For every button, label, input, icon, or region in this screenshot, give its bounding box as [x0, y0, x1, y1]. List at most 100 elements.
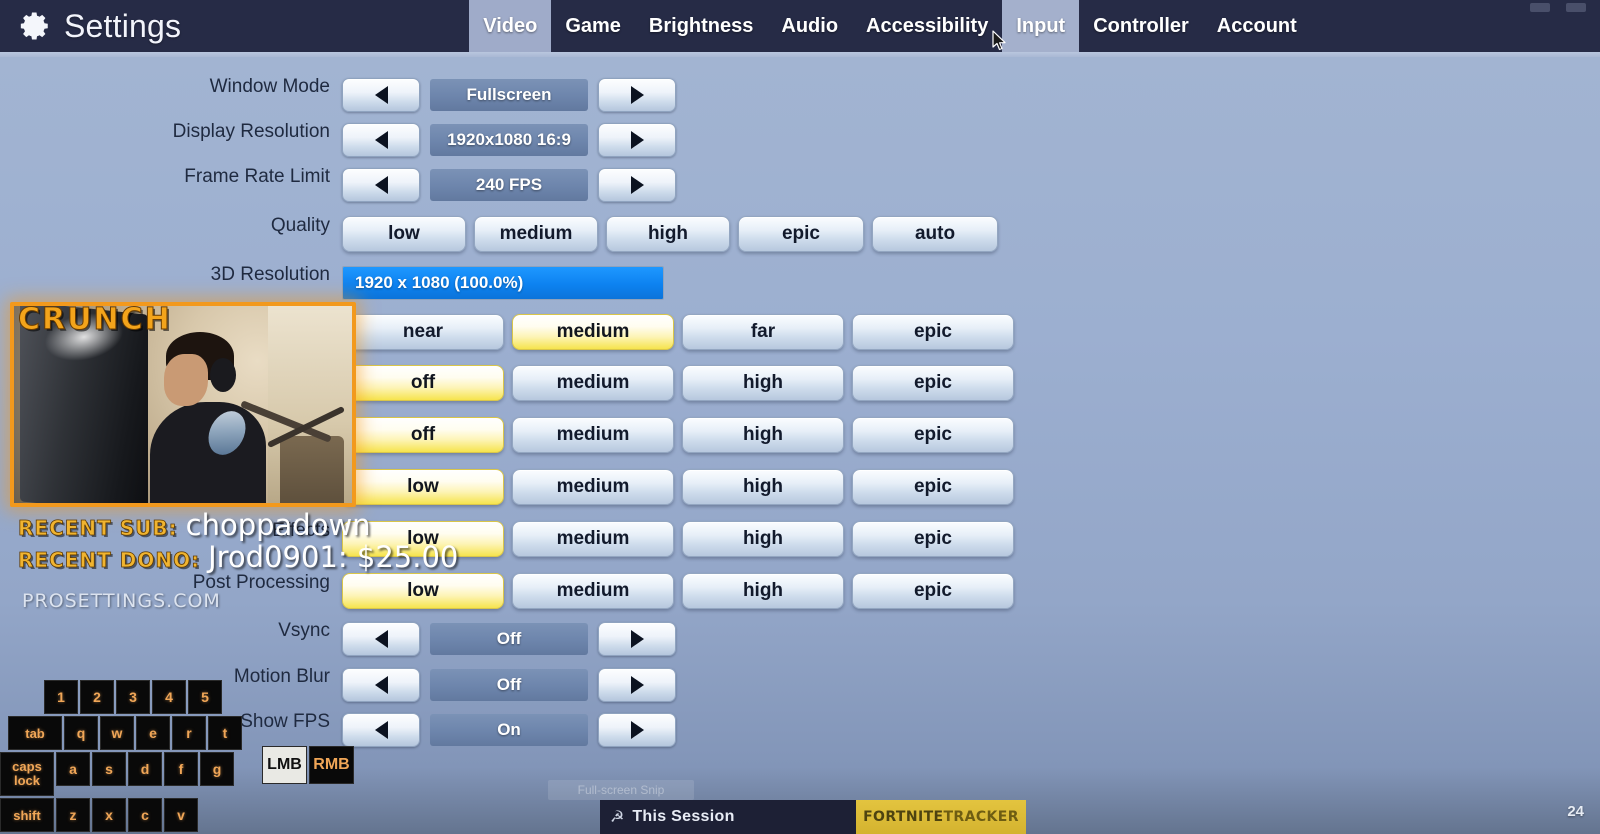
tab-controller[interactable]: Controller [1079, 0, 1203, 52]
shadows-options: off medium high epic [342, 365, 1014, 401]
arrow-right-icon [630, 176, 644, 194]
anti-aliasing-option-off[interactable]: off [342, 417, 504, 453]
frame-rate-limit-prev-button[interactable] [342, 168, 420, 202]
keyboard-row-asdfg: caps lock a s d f g [0, 752, 242, 796]
effects-option-high[interactable]: high [682, 521, 844, 557]
display-resolution-next-button[interactable] [598, 123, 676, 157]
recent-dono-label: RECENT DONO: [18, 548, 201, 573]
key-4: 4 [152, 680, 186, 714]
textures-option-epic[interactable]: epic [852, 469, 1014, 505]
label-3d-resolution: 3D Resolution [210, 264, 330, 285]
window-controls [1530, 0, 1586, 14]
key-5: 5 [188, 680, 222, 714]
key-1: 1 [44, 680, 78, 714]
gear-icon [18, 9, 52, 43]
label-vsync: Vsync [278, 620, 330, 641]
window-mode-prev-button[interactable] [342, 78, 420, 112]
vsync-prev-button[interactable] [342, 622, 420, 656]
recent-dono-value: Jrod0901: $25.00 [208, 540, 459, 574]
minimize-button[interactable] [1530, 2, 1550, 12]
tab-input[interactable]: Input [1002, 0, 1080, 52]
arrow-right-icon [630, 676, 644, 694]
display-resolution-value[interactable]: 1920x1080 16:9 [430, 124, 588, 156]
shadows-option-epic[interactable]: epic [852, 365, 1014, 401]
settings-screen: Settings Video Game Brightness Audio Acc… [0, 0, 1600, 834]
key-shift: shift [0, 798, 54, 832]
tab-video[interactable]: Video [469, 0, 552, 52]
view-distance-options: near medium far epic [342, 314, 1014, 350]
quality-option-low[interactable]: low [342, 216, 466, 252]
arrow-left-icon [374, 131, 388, 149]
key-caps-lock: caps lock [0, 752, 54, 796]
quality-option-epic[interactable]: epic [738, 216, 864, 252]
trophy-icon: ☭ [610, 809, 625, 826]
view-distance-option-medium[interactable]: medium [512, 314, 674, 350]
show-fps-value[interactable]: On [430, 714, 588, 746]
shadows-option-medium[interactable]: medium [512, 365, 674, 401]
motion-blur-value[interactable]: Off [430, 669, 588, 701]
post-processing-option-low[interactable]: low [342, 573, 504, 609]
show-fps-prev-button[interactable] [342, 713, 420, 747]
watermark: PROSETTINGS.COM [22, 590, 221, 612]
view-distance-option-far[interactable]: far [682, 314, 844, 350]
recent-sub-value: choppadown [185, 508, 371, 542]
key-a: a [56, 752, 90, 786]
top-navigation-bar: Settings Video Game Brightness Audio Acc… [0, 0, 1600, 52]
key-caps-lock-line2: lock [13, 773, 40, 788]
quality-option-auto[interactable]: auto [872, 216, 998, 252]
anti-aliasing-option-high[interactable]: high [682, 417, 844, 453]
spinner-show-fps: On [342, 713, 676, 747]
3d-resolution-slider[interactable]: 1920 x 1080 (100.0%) [342, 266, 664, 300]
key-d: d [128, 752, 162, 786]
key-v: v [164, 798, 198, 832]
setting-row-vsync: Vsync Off [0, 620, 676, 658]
arrow-left-icon [374, 86, 388, 104]
show-fps-next-button[interactable] [598, 713, 676, 747]
view-distance-option-epic[interactable]: epic [852, 314, 1014, 350]
shadows-option-high[interactable]: high [682, 365, 844, 401]
window-mode-next-button[interactable] [598, 78, 676, 112]
motion-blur-prev-button[interactable] [342, 668, 420, 702]
streamer-name: CRUNCH [18, 302, 172, 338]
key-caps-lock-line1: caps [12, 759, 42, 775]
tab-brightness[interactable]: Brightness [635, 0, 767, 52]
quality-options: low medium high epic auto [342, 216, 998, 252]
vsync-next-button[interactable] [598, 622, 676, 656]
shadows-option-off[interactable]: off [342, 365, 504, 401]
effects-option-medium[interactable]: medium [512, 521, 674, 557]
fortnite-tracker-bar: ☭ This Session FORTNITETRACKER [600, 800, 1026, 834]
key-tab: tab [8, 716, 62, 750]
anti-aliasing-option-medium[interactable]: medium [512, 417, 674, 453]
nav-tabs: Video Game Brightness Audio Accessibilit… [469, 0, 1311, 52]
frame-rate-limit-next-button[interactable] [598, 168, 676, 202]
window-mode-value[interactable]: Fullscreen [430, 79, 588, 111]
textures-option-high[interactable]: high [682, 469, 844, 505]
tab-account[interactable]: Account [1203, 0, 1311, 52]
setting-row-window-mode: Window Mode Fullscreen [0, 76, 676, 114]
label-display-resolution: Display Resolution [172, 121, 330, 142]
vsync-value[interactable]: Off [430, 623, 588, 655]
arrow-left-icon [374, 176, 388, 194]
tracker-session: ☭ This Session [600, 800, 856, 834]
quality-option-high[interactable]: high [606, 216, 730, 252]
motion-blur-next-button[interactable] [598, 668, 676, 702]
quality-option-medium[interactable]: medium [474, 216, 598, 252]
setting-row-quality: Quality low medium high epic auto [0, 215, 998, 253]
post-processing-option-medium[interactable]: medium [512, 573, 674, 609]
view-distance-option-near[interactable]: near [342, 314, 504, 350]
display-resolution-prev-button[interactable] [342, 123, 420, 157]
tab-game[interactable]: Game [551, 0, 635, 52]
tab-audio[interactable]: Audio [767, 0, 852, 52]
effects-option-epic[interactable]: epic [852, 521, 1014, 557]
textures-option-medium[interactable]: medium [512, 469, 674, 505]
anti-aliasing-option-epic[interactable]: epic [852, 417, 1014, 453]
frame-rate-limit-value[interactable]: 240 FPS [430, 169, 588, 201]
key-q: q [64, 716, 98, 750]
maximize-button[interactable] [1566, 2, 1586, 12]
tab-accessibility[interactable]: Accessibility [852, 0, 1002, 52]
post-processing-option-epic[interactable]: epic [852, 573, 1014, 609]
arrow-right-icon [630, 630, 644, 648]
post-processing-option-high[interactable]: high [682, 573, 844, 609]
textures-option-low[interactable]: low [342, 469, 504, 505]
setting-row-3d-resolution: 3D Resolution 1920 x 1080 (100.0%) [0, 264, 664, 302]
